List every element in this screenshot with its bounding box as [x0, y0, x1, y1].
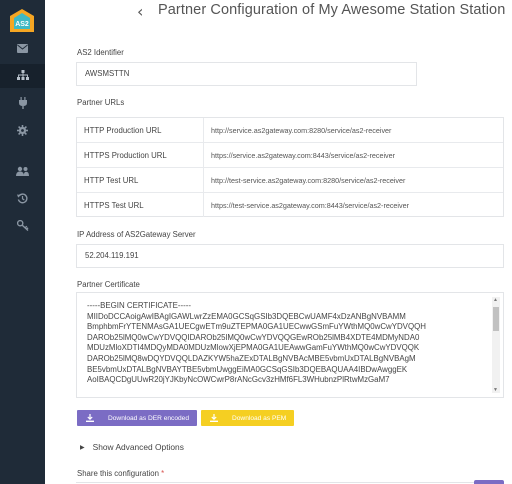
history-icon	[17, 192, 28, 206]
sidebar-item-history[interactable]	[0, 187, 45, 211]
logo-text: AS2	[15, 21, 29, 28]
url-name: HTTPS Production URL	[84, 151, 167, 160]
sidebar: AS2	[0, 0, 45, 484]
certificate-label: Partner Certificate	[77, 280, 140, 289]
sidebar-item-partners[interactable]	[0, 64, 45, 88]
url-value[interactable]: http://service.as2gateway.com:8280/servi…	[211, 126, 391, 135]
certificate-textarea[interactable]: -----BEGIN CERTIFICATE----- MIIDoDCCAoig…	[76, 292, 504, 398]
partner-urls-label: Partner URLs	[77, 98, 125, 107]
scroll-down-arrow-icon[interactable]: ▼	[493, 387, 498, 393]
ip-address-field[interactable]: 52.204.119.191	[76, 244, 504, 268]
url-name: HTTP Test URL	[84, 176, 139, 185]
download-pem-button[interactable]: Download as PEM	[201, 410, 294, 426]
ip-address-label: IP Address of AS2Gateway Server	[77, 230, 196, 239]
required-mark: *	[161, 469, 165, 478]
download-icon	[209, 414, 218, 422]
certificate-line: DAROb25lMQ0wCwYDVQQIDAROb25lMQ0wCwYDVQQG…	[87, 332, 420, 342]
as2-logo[interactable]: AS2	[9, 8, 35, 34]
key-icon	[16, 219, 29, 233]
advanced-options-label: Show Advanced Options	[92, 442, 184, 452]
sitemap-icon	[16, 70, 29, 82]
caret-right-icon: ▶	[80, 444, 85, 451]
back-chevron-icon[interactable]: ‹	[137, 2, 143, 21]
gear-icon	[17, 124, 28, 138]
url-name: HTTPS Test URL	[84, 201, 144, 210]
url-row: HTTPS Production URL https://service.as2…	[77, 143, 503, 168]
certificate-line: DAROb25lMQ8wDQYDVQQLDAZKYW5haZExDTALBgNV…	[87, 353, 416, 363]
url-name: HTTP Production URL	[84, 126, 162, 135]
certificate-line: BmphbmFrYTENMAsGA1UECgwETm9uZTEPMA0GA1UE…	[87, 322, 426, 332]
share-configuration-label: Share this configuration *	[77, 469, 164, 478]
certificate-line: BE5vbmUxDTALBgNVBAYTBE5vbmUwggEiMA0GCSqG…	[87, 364, 408, 374]
sidebar-item-keys[interactable]	[0, 214, 45, 238]
url-row: HTTP Production URL http://service.as2ga…	[77, 118, 503, 143]
certificate-line: AoIBAQCDgUUwR20jYJKbyNcOWCwrP8rANcGcv3zH…	[87, 375, 390, 385]
ip-address-value: 52.204.119.191	[85, 251, 139, 260]
scroll-thumb[interactable]	[493, 307, 499, 331]
share-button[interactable]	[474, 480, 504, 484]
users-icon	[16, 166, 29, 178]
certificate-line: MIIDoDCCAoigAwIBAgIGAWLwrZzEMA0GCSqGSIb3…	[87, 311, 406, 321]
url-row: HTTP Test URL http://test-service.as2gat…	[77, 168, 503, 193]
url-value[interactable]: https://test-service.as2gateway.com:8443…	[211, 201, 409, 210]
url-row: HTTPS Test URL https://test-service.as2g…	[77, 193, 503, 218]
scroll-up-arrow-icon[interactable]: ▲	[493, 297, 498, 303]
download-der-label: Download as DER encoded	[108, 414, 190, 422]
certificate-scrollbar[interactable]: ▲ ▼	[492, 297, 500, 393]
as2-identifier-value: AWSMSTTN	[85, 69, 130, 78]
share-label-text: Share this configuration	[77, 469, 159, 478]
as2-identifier-field[interactable]: AWSMSTTN	[76, 62, 417, 86]
sidebar-item-messages[interactable]	[0, 37, 45, 61]
as2-identifier-label: AS2 Identifier	[77, 48, 124, 57]
sidebar-item-users[interactable]	[0, 160, 45, 184]
download-pem-label: Download as PEM	[232, 414, 287, 422]
sidebar-item-stations[interactable]	[0, 92, 45, 116]
certificate-line: -----BEGIN CERTIFICATE-----	[87, 301, 192, 310]
mail-icon	[17, 43, 28, 55]
partner-urls-table: HTTP Production URL http://service.as2ga…	[76, 117, 504, 217]
plug-icon	[18, 97, 27, 111]
certificate-line: MDUzMloXDTI4MDQyMDA0MDUzMlowXjEPMA0GA1UE…	[87, 343, 420, 353]
sidebar-item-settings[interactable]	[0, 119, 45, 143]
page-title: Partner Configuration of My Awesome Stat…	[158, 2, 506, 18]
download-icon	[85, 414, 94, 422]
url-value[interactable]: http://test-service.as2gateway.com:8280/…	[211, 176, 405, 185]
show-advanced-options-toggle[interactable]: ▶ Show Advanced Options	[80, 442, 184, 452]
download-der-button[interactable]: Download as DER encoded	[77, 410, 197, 426]
url-value[interactable]: https://service.as2gateway.com:8443/serv…	[211, 151, 395, 160]
